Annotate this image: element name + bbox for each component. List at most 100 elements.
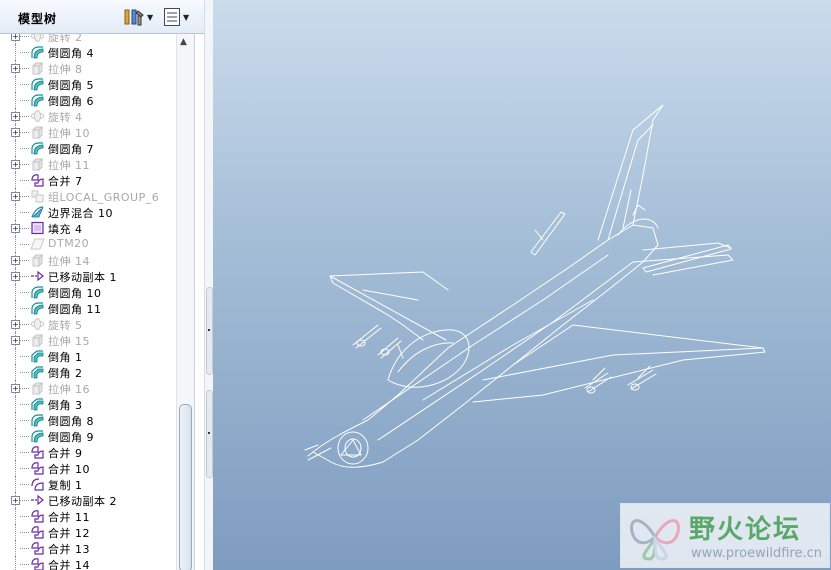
- forum-watermark: 野火论坛 www.proewildfire.cn: [620, 503, 830, 568]
- model-tree: + 旋转 2 倒圆角 4 + 拉伸 8 倒圆角 5 倒圆角 6 + 旋转 4 + 拉伸 10 倒圆角 …: [4, 34, 176, 570]
- tree-item[interactable]: 边界混合 10: [4, 204, 176, 220]
- tree-item[interactable]: 倒圆角 6: [4, 92, 176, 108]
- tree-item-label: 合并 9: [48, 447, 83, 460]
- tree-item[interactable]: 倒圆角 11: [4, 300, 176, 316]
- tree-item[interactable]: + 组LOCAL_GROUP_6: [4, 188, 176, 204]
- expand-toggle-icon[interactable]: +: [11, 384, 20, 393]
- tree-item[interactable]: 倒角 3: [4, 396, 176, 412]
- butterfly-logo-icon: [630, 519, 680, 561]
- merge-icon: [30, 557, 45, 570]
- expand-toggle-icon[interactable]: +: [11, 160, 20, 169]
- tree-item[interactable]: 合并 9: [4, 444, 176, 460]
- tree-item[interactable]: + 拉伸 16: [4, 380, 176, 396]
- expand-toggle-icon[interactable]: +: [11, 320, 20, 329]
- expand-toggle-icon[interactable]: +: [11, 256, 20, 265]
- tree-item[interactable]: + 旋转 2: [4, 34, 176, 44]
- round-icon: [30, 429, 45, 443]
- merge-icon: [30, 525, 45, 539]
- expand-toggle-icon[interactable]: +: [11, 192, 20, 201]
- graphics-viewport[interactable]: [213, 0, 831, 570]
- expand-toggle-icon[interactable]: +: [11, 128, 20, 137]
- merge-icon: [30, 173, 45, 187]
- tree-item[interactable]: + 旋转 5: [4, 316, 176, 332]
- scroll-up-icon[interactable]: ▲: [180, 37, 187, 47]
- tree-item[interactable]: + 拉伸 10: [4, 124, 176, 140]
- tree-connector-line: [15, 92, 16, 108]
- splitter-grip-upper[interactable]: [206, 287, 213, 375]
- splitter-grip-lower[interactable]: [206, 390, 213, 478]
- tree-settings-button[interactable]: ▼: [123, 7, 153, 27]
- tree-connector: [20, 196, 29, 197]
- model-tree-panel: 模型树 ▼ ▼ + 旋转 2 倒圆角 4 + 拉伸 8 倒圆角 5 倒圆角 6 + 旋转 4 + 拉…: [0, 0, 204, 570]
- tree-connector: [20, 164, 29, 165]
- tree-item-label: 倒角 2: [48, 367, 83, 380]
- tree-item-label: 旋转 5: [48, 319, 83, 332]
- tree-item[interactable]: 合并 11: [4, 508, 176, 524]
- tree-item[interactable]: 复制 1: [4, 476, 176, 492]
- tree-item[interactable]: 倒圆角 7: [4, 140, 176, 156]
- tree-connector: [20, 484, 29, 485]
- tree-item-label: 合并 7: [48, 175, 83, 188]
- tree-item[interactable]: + 填充 4: [4, 220, 176, 236]
- tree-item-label: 已移动副本 2: [48, 495, 117, 508]
- expand-toggle-icon[interactable]: +: [11, 34, 20, 41]
- tree-connector: [20, 468, 29, 469]
- tree-item[interactable]: + 已移动副本 1: [4, 268, 176, 284]
- tree-item[interactable]: DTM20: [4, 236, 176, 252]
- tree-item[interactable]: + 拉伸 15: [4, 332, 176, 348]
- expand-toggle-icon[interactable]: +: [11, 224, 20, 233]
- tree-item-label: 拉伸 8: [48, 63, 83, 76]
- tree-item[interactable]: 倒角 2: [4, 364, 176, 380]
- tree-connector-line: [15, 556, 16, 570]
- tree-item-label: 倒圆角 10: [48, 287, 102, 300]
- tree-item[interactable]: 倒圆角 10: [4, 284, 176, 300]
- tree-connector: [20, 180, 29, 181]
- tree-connector: [20, 420, 29, 421]
- tree-connector: [20, 68, 29, 69]
- tree-item[interactable]: + 已移动副本 2: [4, 492, 176, 508]
- tree-connector: [20, 100, 29, 101]
- tree-item[interactable]: 合并 13: [4, 540, 176, 556]
- tree-item-label: 倒圆角 6: [48, 95, 94, 108]
- tree-item[interactable]: 倒圆角 9: [4, 428, 176, 444]
- expand-toggle-icon[interactable]: +: [11, 112, 20, 121]
- expand-toggle-icon[interactable]: +: [11, 496, 20, 505]
- round-icon: [30, 301, 45, 315]
- tree-item-label: 组LOCAL_GROUP_6: [48, 191, 160, 204]
- expand-toggle-icon[interactable]: +: [11, 64, 20, 73]
- fill-icon: [30, 221, 45, 235]
- extrude-icon: [30, 253, 45, 268]
- tree-item[interactable]: 合并 7: [4, 172, 176, 188]
- tree-item-label: 填充 4: [48, 223, 83, 236]
- settings-dropdown-icon: ▼: [147, 12, 154, 22]
- tree-item[interactable]: 倒圆角 5: [4, 76, 176, 92]
- panel-edge: [194, 34, 204, 570]
- tree-item[interactable]: + 拉伸 8: [4, 60, 176, 76]
- expand-toggle-icon[interactable]: +: [11, 272, 20, 281]
- tree-connector: [20, 452, 29, 453]
- tree-item[interactable]: 倒圆角 8: [4, 412, 176, 428]
- scroll-thumb[interactable]: [179, 404, 192, 570]
- tree-connector-line: [15, 140, 16, 156]
- round-icon: [30, 45, 45, 59]
- model-tree-header: 模型树 ▼ ▼: [0, 0, 204, 34]
- watermark-url: www.proewildfire.cn: [691, 546, 822, 561]
- show-options-button[interactable]: ▼: [163, 7, 189, 27]
- tree-item[interactable]: 合并 14: [4, 556, 176, 570]
- tree-scrollbar[interactable]: ▲: [176, 34, 194, 570]
- tree-item[interactable]: + 拉伸 14: [4, 252, 176, 268]
- tree-connector: [20, 324, 29, 325]
- tree-item[interactable]: 合并 12: [4, 524, 176, 540]
- tree-item[interactable]: + 拉伸 11: [4, 156, 176, 172]
- tree-connector-line: [15, 412, 16, 428]
- tree-item[interactable]: 倒圆角 4: [4, 44, 176, 60]
- tree-item[interactable]: + 旋转 4: [4, 108, 176, 124]
- tree-item-label: 合并 12: [48, 527, 90, 540]
- tree-connector-line: [15, 300, 16, 316]
- tree-item[interactable]: 合并 10: [4, 460, 176, 476]
- tree-item-label: 拉伸 15: [48, 335, 90, 348]
- tree-item[interactable]: 倒角 1: [4, 348, 176, 364]
- expand-toggle-icon[interactable]: +: [11, 336, 20, 345]
- merge-icon: [30, 509, 45, 523]
- tree-item-label: 合并 13: [48, 543, 90, 556]
